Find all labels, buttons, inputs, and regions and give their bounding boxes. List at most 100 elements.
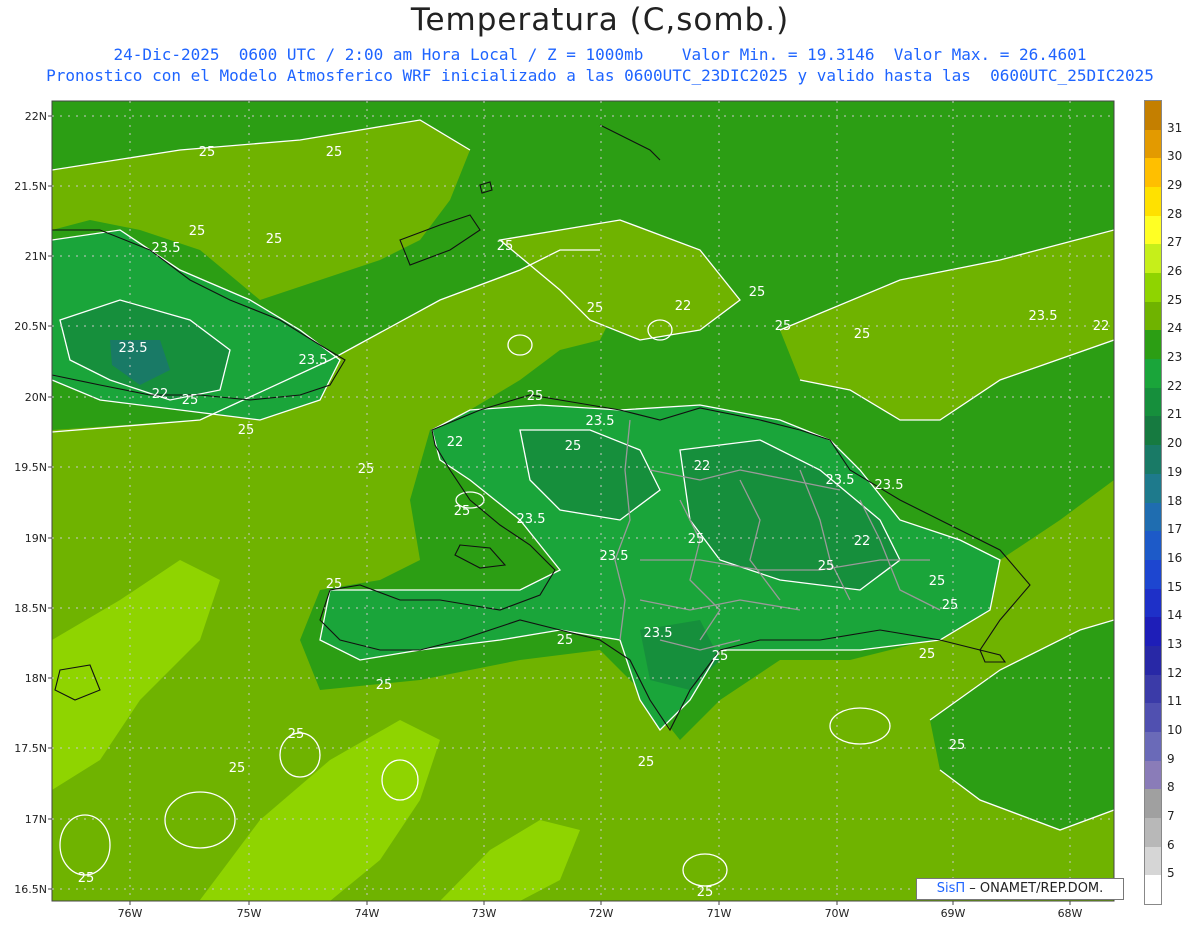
contour-label: 23.5: [517, 512, 546, 527]
color-scale-label: 14: [1167, 608, 1183, 623]
color-scale-label: 23: [1167, 350, 1183, 365]
color-scale-label: 12: [1167, 665, 1183, 680]
contour-label: 23.5: [875, 478, 904, 493]
lat-tick-label: 21.5N: [14, 180, 47, 193]
color-scale-swatch: [1145, 330, 1161, 360]
color-scale-swatch: [1145, 875, 1161, 905]
contour-label: 25: [229, 761, 246, 776]
contour-label: 25: [949, 738, 966, 753]
color-scale-swatch: [1145, 645, 1161, 676]
color-scale-swatch: [1145, 187, 1161, 217]
color-scale-label: 5: [1167, 866, 1175, 881]
color-scale-label: 26: [1167, 264, 1183, 279]
contour-label: 25: [454, 504, 471, 519]
lon-tick-label: 70W: [825, 907, 850, 920]
contour-label: 25: [557, 633, 574, 648]
color-scale-swatch: [1145, 473, 1161, 503]
lat-tick-label: 19.5N: [14, 461, 47, 474]
contour-label: 25: [638, 755, 655, 770]
color-scale-label: 28: [1167, 206, 1183, 221]
lat-tick-label: 18.5N: [14, 602, 47, 615]
contour-label: 23.5: [119, 341, 148, 356]
contour-label: 25: [712, 649, 729, 664]
color-scale-swatch: [1145, 531, 1161, 561]
contour-label: 25: [326, 577, 343, 592]
color-scale-swatch: [1145, 129, 1161, 159]
contour-label: 25: [688, 532, 705, 547]
contour-label: 23.5: [644, 626, 673, 641]
color-scale-swatch: [1145, 588, 1161, 618]
contour-label: 25: [358, 462, 375, 477]
color-scale-label: 6: [1167, 837, 1175, 852]
color-scale-label: 25: [1167, 292, 1183, 307]
contour-label: 23.5: [1029, 309, 1058, 324]
color-scale-swatch: [1145, 703, 1161, 733]
contour-label: 25: [326, 145, 343, 160]
color-scale-swatch: [1145, 158, 1161, 188]
color-scale-label: 15: [1167, 579, 1183, 594]
lat-tick-label: 17.5N: [14, 742, 47, 755]
color-scale-label: 17: [1167, 522, 1183, 537]
color-scale-label: 22: [1167, 378, 1183, 393]
color-scale-swatch: [1145, 760, 1161, 790]
lat-tick-label: 21N: [25, 250, 47, 263]
color-scale-swatch: [1145, 559, 1161, 590]
contour-label: 25: [919, 647, 936, 662]
lon-tick-label: 72W: [589, 907, 614, 920]
color-scale-swatch: [1145, 215, 1161, 245]
credit-box: SisΠ – ONAMET/REP.DOM.: [916, 878, 1124, 900]
color-scale-label: 20: [1167, 436, 1183, 451]
lat-tick-label: 19N: [25, 532, 47, 545]
color-scale-swatch: [1145, 789, 1161, 819]
contour-label: 25: [749, 285, 766, 300]
contour-label: 25: [497, 239, 514, 254]
contour-label: 25: [565, 439, 582, 454]
color-scale-swatch: [1145, 817, 1161, 848]
color-scale-swatch: [1145, 674, 1161, 704]
color-scale-swatch: [1145, 244, 1161, 274]
color-scale-label: 13: [1167, 636, 1183, 651]
lon-tick-label: 71W: [707, 907, 732, 920]
contour-label: 25: [199, 145, 216, 160]
color-scale-label: 18: [1167, 493, 1183, 508]
contour-label: 23.5: [152, 241, 181, 256]
lat-tick-label: 20.5N: [14, 320, 47, 333]
lon-tick-label: 68W: [1058, 907, 1083, 920]
temperature-map: 25 25 23.5 25 25 25 25 22 23.5 23.5 22 25 25 25 25 25 25…: [14, 100, 1115, 920]
lat-tick-label: 16.5N: [14, 883, 47, 896]
contour-label: 23.5: [826, 473, 855, 488]
color-scale-label: 8: [1167, 780, 1175, 795]
contour-label: 22: [447, 435, 464, 450]
lat-tick-label: 20N: [25, 391, 47, 404]
contour-label: 25: [288, 727, 305, 742]
color-scale-swatch: [1145, 416, 1161, 446]
lon-tick-label: 76W: [118, 907, 143, 920]
color-scale-swatch: [1145, 273, 1161, 303]
lat-tick-label: 22N: [25, 110, 47, 123]
color-scale-swatch: [1145, 301, 1161, 331]
color-scale-label: 29: [1167, 178, 1183, 193]
contour-label: 25: [182, 393, 199, 408]
color-scale-label: 19: [1167, 464, 1183, 479]
color-scale-swatch: [1145, 359, 1161, 389]
contour-label: 25: [587, 301, 604, 316]
color-scale-label: 21: [1167, 407, 1183, 422]
color-scale-label: 31: [1167, 120, 1183, 135]
contour-label: 22: [152, 387, 169, 402]
color-scale-swatch: [1145, 502, 1161, 532]
lon-tick-label: 69W: [941, 907, 966, 920]
credit-text: – ONAMET/REP.DOM.: [965, 881, 1104, 896]
lat-tick-label: 18N: [25, 672, 47, 685]
color-scale-label: 11: [1167, 694, 1183, 709]
color-scale-swatch: [1145, 445, 1161, 475]
color-scale-swatch: [1145, 846, 1161, 876]
contour-label: 22: [675, 299, 692, 314]
lon-tick-label: 74W: [355, 907, 380, 920]
contour-label: 25: [238, 423, 255, 438]
contour-label: 25: [818, 559, 835, 574]
contour-label: 22: [854, 534, 871, 549]
color-scale-bar: [1144, 100, 1162, 905]
contour-label: 25: [78, 871, 95, 886]
color-scale-label: 7: [1167, 808, 1175, 823]
contour-label: 25: [266, 232, 283, 247]
